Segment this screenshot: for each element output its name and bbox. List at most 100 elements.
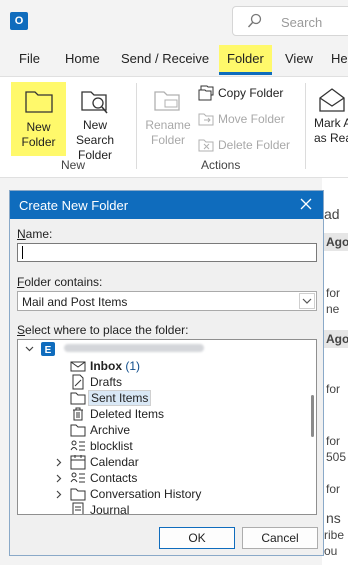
tree-item-label: Sent Items — [88, 390, 152, 406]
mark-all-label-2: as Rea — [314, 131, 348, 145]
create-new-folder-dialog: Create New Folder Name: Folder contains:… — [9, 190, 324, 556]
journal-icon — [72, 502, 84, 514]
inbox-icon — [70, 361, 86, 372]
tree-item-label: Contacts — [90, 471, 138, 485]
bg-text: for — [326, 286, 341, 300]
menu-view[interactable]: View — [285, 51, 313, 66]
expand-icon[interactable] — [54, 458, 63, 467]
tree-item-label: Drafts — [90, 375, 123, 389]
folder-contains-value: Mail and Post Items — [22, 295, 128, 309]
bg-text: for — [326, 434, 341, 448]
group-new-label: New — [61, 158, 86, 172]
copy-folder-icon — [198, 85, 214, 101]
folder-icon — [24, 91, 53, 113]
expand-icon[interactable] — [54, 474, 63, 483]
delete-folder-button[interactable]: Delete Folder — [198, 137, 298, 155]
folder-contains-select[interactable]: Mail and Post Items — [17, 291, 317, 311]
bg-text: 505 — [326, 450, 347, 464]
group-actions-label: Actions — [201, 158, 241, 172]
close-icon[interactable] — [298, 196, 314, 212]
mail-open-icon — [319, 88, 345, 112]
move-folder-button[interactable]: Move Folder — [198, 111, 298, 129]
tree-item-label: Calendar — [90, 455, 139, 469]
bg-header: Ago — [322, 233, 348, 251]
rename-folder-button[interactable]: Rename Folder — [143, 82, 193, 156]
inbox-count: (1) — [125, 359, 141, 373]
new-folder-button[interactable]: New Folder — [11, 82, 66, 156]
new-folder-label-2: Folder — [21, 135, 56, 149]
contacts-folder-icon — [70, 440, 85, 451]
bg-text: ne — [326, 302, 340, 316]
drafts-icon — [72, 374, 84, 390]
expand-icon[interactable] — [54, 490, 63, 499]
ribbon-separator — [136, 83, 137, 169]
menu-file[interactable]: File — [19, 51, 40, 66]
bg-header: Ago — [322, 330, 348, 348]
folder-icon — [70, 392, 86, 405]
tree-scrollbar[interactable] — [311, 395, 314, 437]
svg-text:E: E — [45, 345, 52, 356]
delete-folder-label: Delete Folder — [218, 138, 291, 152]
account-name-redacted — [64, 344, 204, 352]
rename-folder-label-1: Rename — [145, 118, 191, 132]
mark-all-as-read-button[interactable]: Mark A as Rea — [312, 82, 348, 156]
trash-icon — [73, 407, 83, 421]
bg-text: for — [326, 382, 341, 396]
move-folder-label: Move Folder — [218, 112, 285, 126]
inbox-label: Inbox — [90, 359, 122, 373]
name-label: Name: — [17, 227, 52, 241]
tree-item-label: Archive — [90, 423, 131, 437]
search-folder-icon — [81, 91, 108, 114]
select-location-label: Select where to place the folder: — [17, 323, 188, 337]
menu-home[interactable]: Home — [65, 51, 100, 66]
search-icon — [247, 13, 262, 28]
calendar-icon — [70, 455, 86, 470]
name-field[interactable] — [17, 243, 317, 262]
menu-help[interactable]: Help — [331, 51, 348, 66]
bg-text: Ago — [326, 235, 348, 249]
ok-button[interactable]: OK — [159, 527, 235, 549]
name-label-text: ame: — [25, 227, 53, 241]
ribbon: New Folder New Search Folder New Rename … — [0, 76, 348, 178]
contains-label-text: older contains: — [24, 275, 103, 289]
bg-text: for — [326, 482, 341, 496]
bg-text: ns — [326, 510, 341, 526]
folder-tree[interactable]: E Inbox (1) Drafts Sent Items Deleted It… — [17, 339, 317, 515]
delete-folder-icon — [198, 139, 214, 152]
move-folder-icon — [198, 113, 214, 126]
search-placeholder: Search — [281, 15, 323, 30]
dialog-title-bar: Create New Folder — [10, 191, 323, 219]
menu-send-receive[interactable]: Send / Receive — [121, 51, 209, 66]
name-label-accel: N — [17, 227, 26, 241]
bg-text: Ago — [326, 332, 348, 346]
copy-folder-label: Copy Folder — [218, 86, 284, 100]
bg-text: ad — [324, 206, 340, 222]
message-list-background: ad Ago for ne Ago for for 505 for ns rib… — [322, 178, 348, 565]
menu-folder[interactable]: Folder — [219, 45, 272, 75]
tree-item-label: Deleted Items — [90, 407, 165, 421]
exchange-account-icon: E — [41, 342, 55, 356]
chevron-down-icon[interactable] — [299, 293, 315, 309]
folder-icon — [70, 488, 86, 501]
collapse-icon[interactable] — [25, 344, 34, 353]
tree-item-label: Inbox (1) — [90, 359, 140, 373]
cancel-button[interactable]: Cancel — [242, 527, 318, 549]
place-label-accel: S — [17, 323, 26, 337]
new-search-folder-button[interactable]: New Search Folder — [63, 82, 127, 162]
menu-bar: File Home Send / Receive Folder View Hel… — [0, 44, 348, 75]
mark-all-label-1: Mark A — [314, 116, 348, 130]
ribbon-separator — [305, 83, 306, 169]
copy-folder-button[interactable]: Copy Folder — [198, 85, 298, 103]
rename-folder-label-2: Folder — [150, 133, 185, 147]
outlook-logo-icon: O — [10, 12, 28, 30]
tree-item-label: blocklist — [90, 439, 133, 453]
rename-folder-icon — [154, 91, 180, 111]
new-search-folder-label-1: New Search — [75, 118, 115, 147]
folder-contains-label: Folder contains: — [17, 275, 102, 289]
dialog-title: Create New Folder — [19, 198, 129, 213]
tree-item-label: Journal — [90, 503, 130, 515]
bg-text: ou — [324, 544, 338, 558]
search-box[interactable]: Search — [232, 6, 348, 36]
tree-item-label: Conversation History — [90, 487, 202, 501]
title-bar: O Search — [0, 0, 348, 44]
